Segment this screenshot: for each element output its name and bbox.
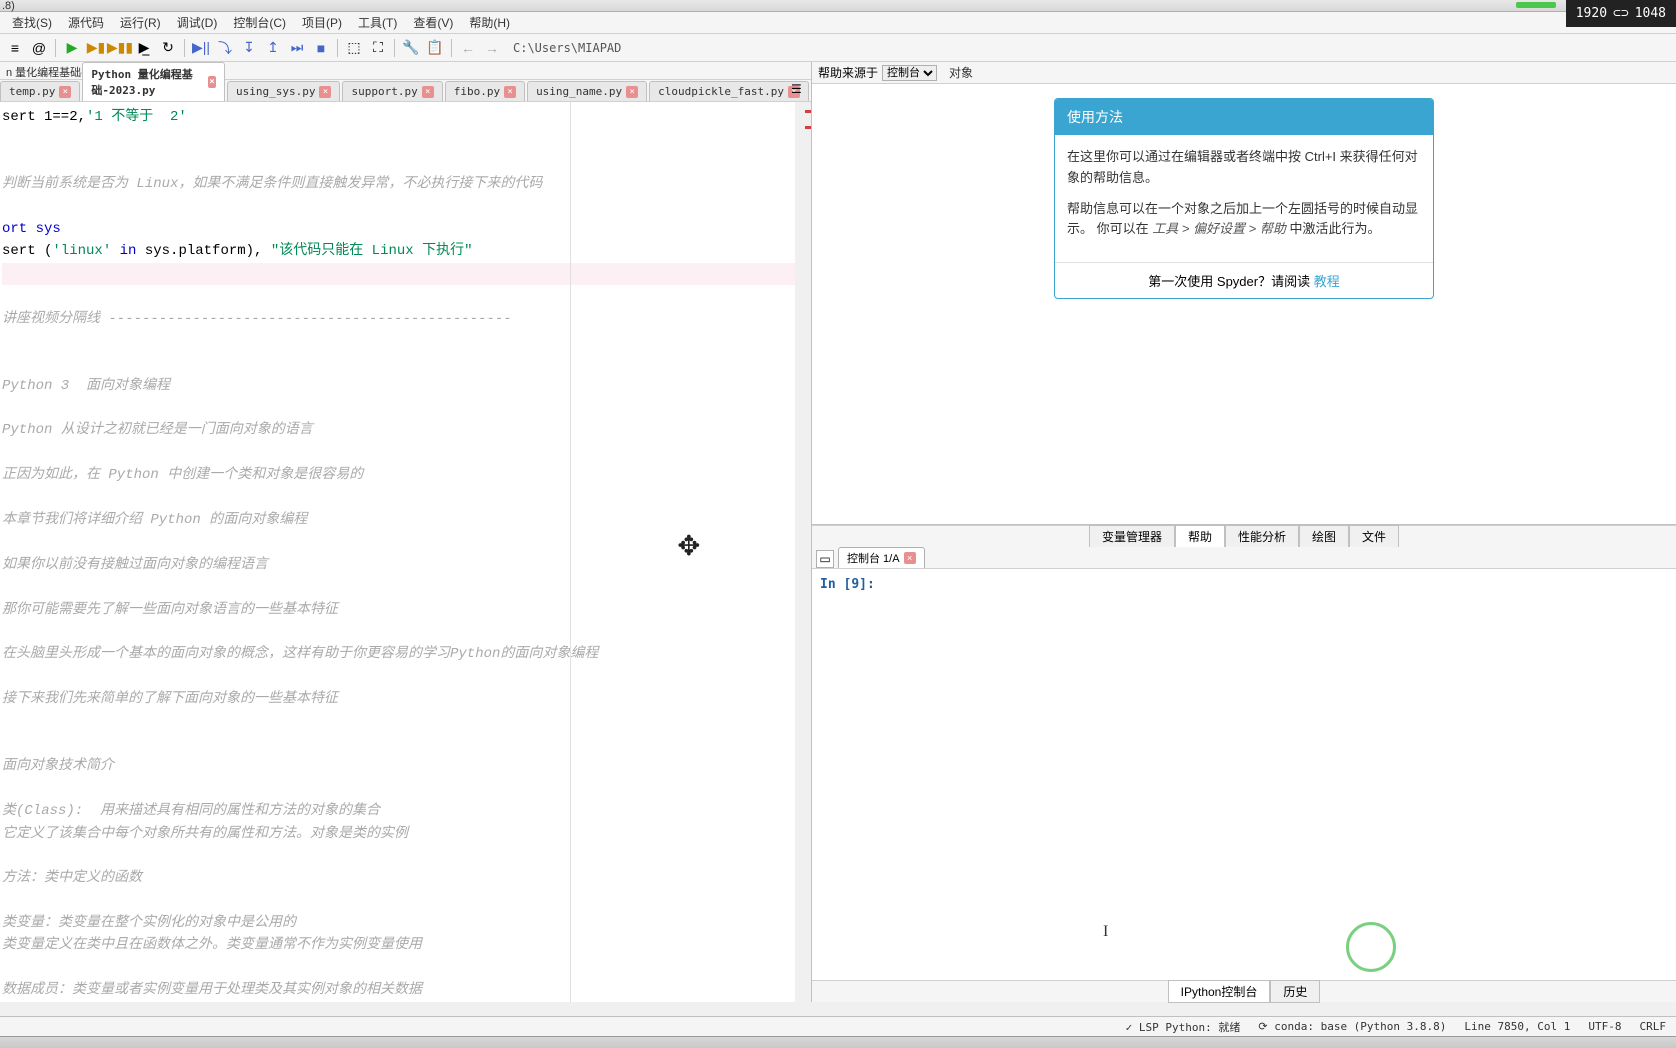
close-icon[interactable]: × <box>626 86 638 98</box>
title-fragment: .8) <box>2 0 15 12</box>
stop-debug-icon[interactable]: ■ <box>310 37 332 59</box>
nav-forward-icon[interactable]: → <box>481 37 503 59</box>
close-icon[interactable]: × <box>504 86 516 98</box>
editor-scrollbar[interactable] <box>795 102 811 1002</box>
move-cursor-icon: ✥ <box>678 517 700 575</box>
step-out-icon[interactable]: ↥ <box>262 37 284 59</box>
close-icon[interactable]: × <box>319 86 331 98</box>
help-header: 帮助来源于 控制台 对象 <box>812 62 1676 84</box>
menu-debug[interactable]: 调试(D) <box>169 12 226 33</box>
tab-main[interactable]: Python 量化编程基础-2023.py× <box>82 62 225 101</box>
run-cell-advance-button[interactable]: ▶▮▮ <box>109 37 131 59</box>
tab-support[interactable]: support.py× <box>342 81 442 101</box>
tab-profiler[interactable]: 性能分析 <box>1225 525 1299 548</box>
menu-tools[interactable]: 工具(T) <box>350 12 405 33</box>
menu-project[interactable]: 项目(P) <box>294 12 350 33</box>
tab-plot[interactable]: 绘图 <box>1299 525 1349 548</box>
menu-help[interactable]: 帮助(H) <box>461 12 518 33</box>
run-selection-button[interactable]: ▶̲ <box>133 37 155 59</box>
help-object-label: 对象 <box>949 64 973 81</box>
editor-ruler <box>570 102 571 1002</box>
help-text-2: 帮助信息可以在一个对象之后加上一个左圆括号的时候自动显示。 你可以在 工具 > … <box>1067 199 1421 241</box>
tab-ipython-console[interactable]: IPython控制台 <box>1168 980 1271 1003</box>
status-lsp[interactable]: ✓ LSP Python: 就绪 <box>1126 1019 1241 1035</box>
scroll-marker <box>805 126 811 129</box>
console-prompt: In [9]: <box>820 577 1668 592</box>
console-tabs: ▭ 控制台 1/A × <box>812 547 1676 569</box>
cursor-highlight-circle <box>1346 922 1396 972</box>
console-panel: ▭ 控制台 1/A × In [9]: I IPython控制台 历史 <box>812 547 1676 1002</box>
scroll-marker <box>805 110 811 113</box>
status-encoding: UTF-8 <box>1588 1020 1621 1033</box>
import-data-icon[interactable]: ⬚ <box>343 37 365 59</box>
menu-view[interactable]: 查看(V) <box>405 12 461 33</box>
close-icon[interactable]: × <box>208 76 216 88</box>
menu-bar: 查找(S) 源代码 运行(R) 调试(D) 控制台(C) 项目(P) 工具(T)… <box>0 12 1676 34</box>
rerun-button[interactable]: ↻ <box>157 37 179 59</box>
taskbar[interactable] <box>0 1036 1676 1048</box>
window-indicator <box>1516 2 1556 8</box>
help-panel-tabs: 变量管理器 帮助 性能分析 绘图 文件 <box>812 525 1676 547</box>
menu-find[interactable]: 查找(S) <box>4 12 60 33</box>
help-card-title: 使用方法 <box>1055 99 1433 135</box>
help-body: 使用方法 在这里你可以通过在编辑器或者终端中按 Ctrl+I 来获得任何对象的帮… <box>812 84 1676 525</box>
tab-history[interactable]: 历史 <box>1270 980 1320 1003</box>
help-text-1: 在这里你可以通过在编辑器或者终端中按 Ctrl+I 来获得任何对象的帮助信息。 <box>1067 147 1421 189</box>
code-editor[interactable]: sert 1==2,'1 不等于 2' 判断当前系统是否为 Linux，如果不满… <box>0 102 811 1002</box>
help-card: 使用方法 在这里你可以通过在编辑器或者终端中按 Ctrl+I 来获得任何对象的帮… <box>1054 98 1434 299</box>
close-icon[interactable]: × <box>904 552 916 564</box>
tab-help[interactable]: 帮助 <box>1175 525 1225 548</box>
right-panel: 帮助来源于 控制台 对象 使用方法 在这里你可以通过在编辑器或者终端中按 Ctr… <box>812 62 1676 1002</box>
preferences-icon[interactable]: 🔧 <box>400 37 422 59</box>
editor-tabs: temp.py× Python 量化编程基础-2023.py× using_sy… <box>0 80 811 102</box>
help-card-footer: 第一次使用 Spyder？请阅读 教程 <box>1055 262 1433 298</box>
text-cursor-icon: I <box>1103 923 1108 941</box>
status-eol: CRLF <box>1640 1020 1667 1033</box>
toolbar: ≡ @ ▶ ▶▮ ▶▮▮ ▶̲ ↻ ▶|| ⤵ ↧ ↥ ⏭ ■ ⬚ ⛶ 🔧 📋 … <box>0 34 1676 62</box>
working-directory[interactable]: C:\Users\MIAPAD <box>513 41 621 55</box>
close-icon[interactable]: × <box>422 86 434 98</box>
continue-icon[interactable]: ⏭ <box>286 37 308 59</box>
help-source-select[interactable]: 控制台 <box>882 65 937 81</box>
at-icon[interactable]: @ <box>28 37 50 59</box>
tab-fibo[interactable]: fibo.py× <box>445 81 525 101</box>
pythonpath-icon[interactable]: 📋 <box>424 37 446 59</box>
tab-menu-icon[interactable]: ☰ <box>791 82 807 98</box>
title-bar: .8) <box>0 0 1676 12</box>
menu-console[interactable]: 控制台(C) <box>225 12 294 33</box>
tab-cloudpickle[interactable]: cloudpickle_fast.py× <box>649 81 809 101</box>
tab-variable-explorer[interactable]: 变量管理器 <box>1089 525 1175 548</box>
tab-temp[interactable]: temp.py× <box>0 81 80 101</box>
run-button[interactable]: ▶ <box>61 37 83 59</box>
maximize-icon[interactable]: ⛶ <box>367 37 389 59</box>
help-source-label: 帮助来源于 <box>818 64 878 81</box>
debug-button[interactable]: ▶|| <box>190 37 212 59</box>
tutorial-link[interactable]: 教程 <box>1314 274 1340 289</box>
status-conda[interactable]: ⟳ conda: base (Python 3.8.8) <box>1258 1020 1446 1033</box>
list-icon[interactable]: ≡ <box>4 37 26 59</box>
console-tab[interactable]: 控制台 1/A × <box>838 547 925 568</box>
status-bar: ✓ LSP Python: 就绪 ⟳ conda: base (Python 3… <box>0 1016 1676 1036</box>
step-over-icon[interactable]: ⤵ <box>214 37 236 59</box>
console-body[interactable]: In [9]: I <box>812 569 1676 980</box>
tab-using-sys[interactable]: using_sys.py× <box>227 81 340 101</box>
status-line-col: Line 7850, Col 1 <box>1464 1020 1570 1033</box>
menu-source[interactable]: 源代码 <box>60 12 112 33</box>
run-cell-button[interactable]: ▶▮ <box>85 37 107 59</box>
new-console-icon[interactable]: ▭ <box>816 550 834 568</box>
console-bottom-tabs: IPython控制台 历史 <box>812 980 1676 1002</box>
step-in-icon[interactable]: ↧ <box>238 37 260 59</box>
tab-using-name[interactable]: using_name.py× <box>527 81 647 101</box>
nav-back-icon[interactable]: ← <box>457 37 479 59</box>
resolution-badge: 1920 ⊂⊃ 1048 <box>1566 0 1676 27</box>
tab-files[interactable]: 文件 <box>1349 525 1399 548</box>
close-icon[interactable]: × <box>59 86 71 98</box>
editor-panel: n 量化编程基础-2023.py temp.py× Python 量化编程基础-… <box>0 62 812 1002</box>
menu-run[interactable]: 运行(R) <box>112 12 169 33</box>
